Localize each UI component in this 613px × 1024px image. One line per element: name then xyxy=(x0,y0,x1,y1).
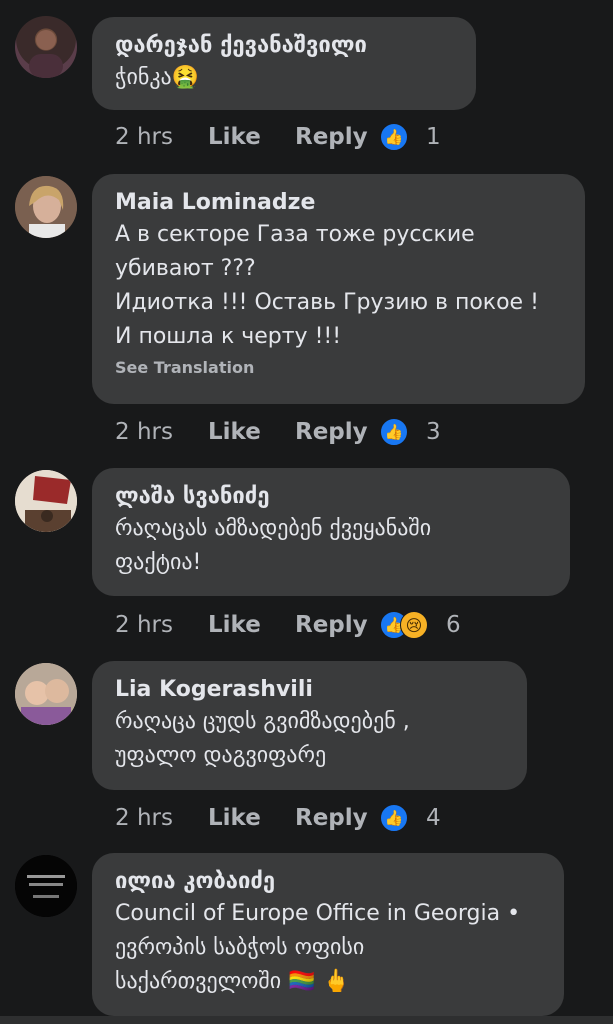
reaction-count: 4 xyxy=(426,805,441,831)
comment-text: Council of Europe Office in Georgia • ევ… xyxy=(115,901,521,994)
thumbs-up-icon: 👍 xyxy=(380,123,408,151)
reactions[interactable]: 👍 😢 6 xyxy=(380,611,461,639)
avatar[interactable] xyxy=(15,176,77,238)
avatar[interactable] xyxy=(15,663,77,725)
profile-photo-icon xyxy=(15,855,77,917)
like-button[interactable]: Like xyxy=(208,124,295,150)
reactions[interactable]: 👍 4 xyxy=(380,804,441,832)
comment-author[interactable]: ილია კობაიძე xyxy=(115,867,542,897)
like-button[interactable]: Like xyxy=(208,805,295,831)
like-button[interactable]: Like xyxy=(208,419,295,445)
like-button[interactable]: Like xyxy=(208,612,295,638)
comment-actions: 2 hrs Like Reply 👍 1 xyxy=(115,122,441,152)
reply-button[interactable]: Reply xyxy=(295,419,380,445)
avatar[interactable] xyxy=(15,470,77,532)
profile-photo-icon xyxy=(15,470,77,532)
comment-author[interactable]: Maia Lominadze xyxy=(115,188,563,218)
comment-author[interactable]: ლაშა სვანიძე xyxy=(115,482,548,512)
reply-button[interactable]: Reply xyxy=(295,612,380,638)
timestamp[interactable]: 2 hrs xyxy=(115,419,208,445)
reaction-count: 1 xyxy=(426,124,441,150)
reaction-count: 6 xyxy=(446,612,461,638)
thumbs-up-icon: 👍 xyxy=(380,804,408,832)
comment-text: А в секторе Газа тоже русские убивают ??… xyxy=(115,222,539,349)
comment-author[interactable]: დარეჯან ქევანაშვილი xyxy=(115,31,454,61)
reactions[interactable]: 👍 1 xyxy=(380,123,441,151)
reaction-count: 3 xyxy=(426,419,441,445)
reply-button[interactable]: Reply xyxy=(295,805,380,831)
comment-bubble: ლაშა სვანიძე რაღაცას ამზადებენ ქვეყანაში… xyxy=(92,468,570,596)
comment-text: რაღაცა ცუდს გვიმზადებენ , უფალო დაგვიფარ… xyxy=(115,709,410,768)
bottom-divider xyxy=(0,1016,613,1024)
comment-author[interactable]: Lia Kogerashvili xyxy=(115,675,505,705)
comment-bubble: Maia Lominadze А в секторе Газа тоже рус… xyxy=(92,174,585,404)
reply-button[interactable]: Reply xyxy=(295,124,380,150)
comment-bubble: დარეჯან ქევანაშვილი ჭინკა🤮 xyxy=(92,17,476,110)
comment-bubble: ილია კობაიძე Council of Europe Office in… xyxy=(92,853,564,1016)
comment-text: ჭინკა🤮 xyxy=(115,65,200,90)
profile-photo-icon xyxy=(15,176,77,238)
see-translation-link[interactable]: See Translation xyxy=(115,358,563,377)
rainbow-flag-middle-finger-icon: 🏳️‍🌈 🖕 xyxy=(288,969,350,994)
avatar[interactable] xyxy=(15,855,77,917)
nauseated-face-icon: 🤮 xyxy=(171,65,200,90)
timestamp[interactable]: 2 hrs xyxy=(115,124,208,150)
timestamp[interactable]: 2 hrs xyxy=(115,805,208,831)
comment-text: რაღაცას ამზადებენ ქვეყანაში ფაქტია! xyxy=(115,516,432,575)
comment-actions: 2 hrs Like Reply 👍 4 xyxy=(115,803,441,833)
profile-photo-icon xyxy=(15,663,77,725)
comment-bubble: Lia Kogerashvili რაღაცა ცუდს გვიმზადებენ… xyxy=(92,661,527,790)
avatar[interactable] xyxy=(15,16,77,78)
comment-actions: 2 hrs Like Reply 👍 😢 6 xyxy=(115,610,461,640)
thumbs-up-icon: 👍 xyxy=(380,418,408,446)
timestamp[interactable]: 2 hrs xyxy=(115,612,208,638)
profile-photo-icon xyxy=(29,30,63,78)
sad-face-icon: 😢 xyxy=(400,611,428,639)
comment-actions: 2 hrs Like Reply 👍 3 xyxy=(115,417,441,447)
reactions[interactable]: 👍 3 xyxy=(380,418,441,446)
